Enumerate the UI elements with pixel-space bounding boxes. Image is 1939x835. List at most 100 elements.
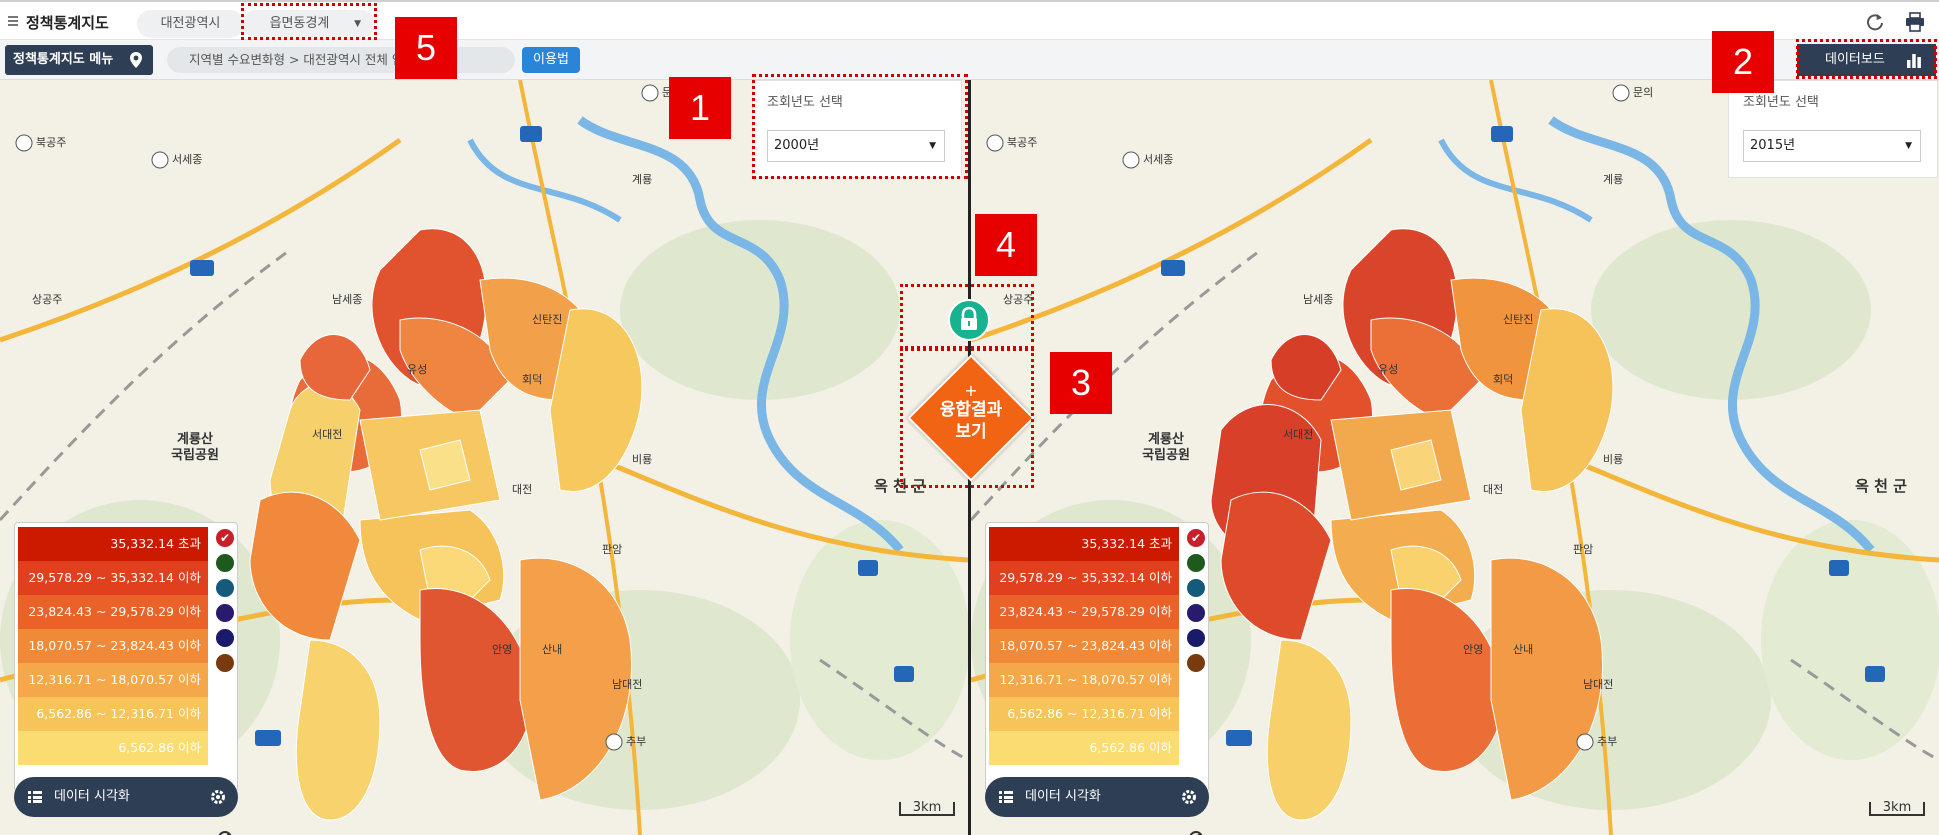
color-theme-teal[interactable] — [1187, 579, 1205, 597]
park-label: 계룡산 국립공원 — [171, 432, 219, 463]
annotation-box-5 — [241, 3, 377, 40]
place-label: 신탄진 — [532, 313, 563, 326]
okcheon-label: 옥 천 군 — [1855, 477, 1907, 495]
annotation-badge-2: 2 — [1712, 31, 1774, 93]
scale-bar: 3km — [899, 801, 955, 816]
print-icon[interactable] — [1905, 12, 1925, 32]
place-label: 북공주 — [1007, 136, 1038, 149]
policy-map-menu-label: 정책통계지도 메뉴 — [13, 52, 114, 67]
legend-range[interactable]: 18,070.57 ~ 23,824.43 이하 — [18, 629, 208, 663]
legend-range[interactable]: 23,824.43 ~ 29,578.29 이하 — [18, 595, 208, 629]
place-label: 남대전 — [612, 678, 643, 691]
place-label: 대전 — [1483, 483, 1504, 496]
left-map[interactable]: 계룡산 국립공원 옥 천 군 조회년도 선택 2000년 ▼ 35,332.14… — [0, 80, 968, 835]
place-label: 판암 — [602, 543, 623, 556]
place-label: 계룡 — [1603, 173, 1624, 186]
caret-down-icon: ▼ — [1905, 141, 1912, 151]
place-label: 유성 — [407, 363, 428, 376]
legend-range[interactable]: 29,578.29 ~ 35,332.14 이하 — [989, 561, 1179, 595]
data-visualization-label: 데이터 시각화 — [54, 789, 130, 804]
color-theme-red-check-icon[interactable]: ✔ — [216, 529, 234, 547]
scale-bar: 3km — [1869, 801, 1925, 816]
legend-panel-right: 35,332.14 초과 29,578.29 ~ 35,332.14 이하 23… — [985, 522, 1209, 835]
region-selector[interactable]: 대전광역시 — [137, 10, 244, 38]
place-label: 서대전 — [1283, 428, 1314, 441]
legend-range[interactable]: 6,562.86 ~ 12,316.71 이하 — [989, 697, 1179, 731]
legend-range[interactable]: 23,824.43 ~ 29,578.29 이하 — [989, 595, 1179, 629]
place-label: 문의 — [1633, 86, 1654, 99]
location-pin-icon — [130, 52, 142, 68]
legend-range[interactable]: 12,316.71 ~ 18,070.57 이하 — [18, 663, 208, 697]
legend-range[interactable]: 29,578.29 ~ 35,332.14 이하 — [18, 561, 208, 595]
annotation-badge-1: 1 — [669, 77, 731, 139]
year-select-panel-right: 조회년도 선택 2015년 ▼ — [1728, 80, 1938, 178]
place-label: 남세종 — [332, 293, 363, 306]
annotation-badge-5: 5 — [395, 17, 457, 79]
how-to-use-button[interactable]: 이용법 — [522, 47, 580, 73]
legend-range[interactable]: 35,332.14 초과 — [989, 527, 1179, 561]
year-select-right[interactable]: 2015년 ▼ — [1743, 130, 1921, 162]
place-label: 대전 — [512, 483, 533, 496]
legend-range[interactable]: 6,562.86 이하 — [18, 731, 208, 765]
data-visualization-label: 데이터 시각화 — [1025, 789, 1101, 804]
place-label: 회덕 — [522, 373, 543, 386]
color-theme-red-check-icon[interactable]: ✔ — [1187, 529, 1205, 547]
place-label: 서세종 — [1143, 153, 1174, 166]
place-label: 유성 — [1378, 363, 1399, 376]
annotation-box-2 — [1796, 39, 1937, 79]
legend-range[interactable]: 35,332.14 초과 — [18, 527, 208, 561]
gear-icon[interactable] — [1181, 789, 1197, 805]
color-theme-purple[interactable] — [216, 604, 234, 622]
sub-bar: 정책통계지도 메뉴 지역별 수요변화형 > 대전광역시 전체 인구의 변화 이용… — [0, 40, 1939, 80]
data-visualization-button[interactable]: 데이터 시각화 — [985, 777, 1209, 817]
policy-map-menu-button[interactable]: 정책통계지도 메뉴 — [5, 45, 153, 75]
legend-range[interactable]: 6,562.86 ~ 12,316.71 이하 — [18, 697, 208, 731]
color-theme-purple[interactable] — [1187, 604, 1205, 622]
breadcrumb: 지역별 수요변화형 > 대전광역시 전체 인구의 변화 — [167, 47, 515, 73]
place-label: 추부 — [626, 735, 647, 748]
annotation-box-3 — [900, 348, 1034, 488]
color-theme-green[interactable] — [1187, 554, 1205, 572]
year-select-value: 2015년 — [1750, 138, 1796, 153]
place-label: 남대전 — [1583, 678, 1614, 691]
legend-range[interactable]: 12,316.71 ~ 18,070.57 이하 — [989, 663, 1179, 697]
list-icon — [28, 791, 42, 803]
place-label: 산내 — [1513, 643, 1534, 656]
place-label: 서대전 — [312, 428, 343, 441]
place-label: 서세종 — [172, 153, 203, 166]
color-theme-green[interactable] — [216, 554, 234, 572]
place-label: 안영 — [492, 643, 513, 656]
place-label: 북공주 — [36, 136, 67, 149]
refresh-icon[interactable] — [1865, 12, 1885, 32]
place-label: 신탄진 — [1503, 313, 1534, 326]
place-label: 비룡 — [1603, 453, 1624, 466]
year-select-label: 조회년도 선택 — [1743, 95, 1819, 110]
color-theme-teal[interactable] — [216, 579, 234, 597]
place-label: 안영 — [1463, 643, 1484, 656]
annotation-badge-4: 4 — [975, 214, 1037, 276]
color-theme-navy[interactable] — [1187, 629, 1205, 647]
menu-icon[interactable] — [8, 16, 18, 26]
place-label: 산내 — [542, 643, 563, 656]
legend-panel-left: 35,332.14 초과 29,578.29 ~ 35,332.14 이하 23… — [14, 522, 238, 835]
annotation-box-4 — [900, 284, 1034, 349]
gear-icon[interactable] — [210, 789, 226, 805]
park-label: 계룡산 국립공원 — [1142, 432, 1190, 463]
color-theme-brown[interactable] — [216, 654, 234, 672]
place-label: 남세종 — [1303, 293, 1334, 306]
place-label: 비룡 — [632, 453, 653, 466]
data-visualization-button[interactable]: 데이터 시각화 — [14, 777, 238, 817]
annotation-box-1 — [752, 74, 968, 179]
legend-range[interactable]: 18,070.57 ~ 23,824.43 이하 — [989, 629, 1179, 663]
app-title: 정책통계지도 — [26, 14, 109, 32]
right-map[interactable]: 계룡산 국립공원 옥 천 군 조회년도 선택 2015년 ▼ 35,332.14… — [971, 80, 1939, 835]
legend-range[interactable]: 6,562.86 이하 — [989, 731, 1179, 765]
annotation-badge-3: 3 — [1050, 352, 1112, 414]
place-label: 상공주 — [32, 293, 63, 306]
color-theme-navy[interactable] — [216, 629, 234, 647]
place-label: 추부 — [1597, 735, 1618, 748]
place-label: 판암 — [1573, 543, 1594, 556]
color-theme-brown[interactable] — [1187, 654, 1205, 672]
place-label: 계룡 — [632, 173, 653, 186]
list-icon — [999, 791, 1013, 803]
